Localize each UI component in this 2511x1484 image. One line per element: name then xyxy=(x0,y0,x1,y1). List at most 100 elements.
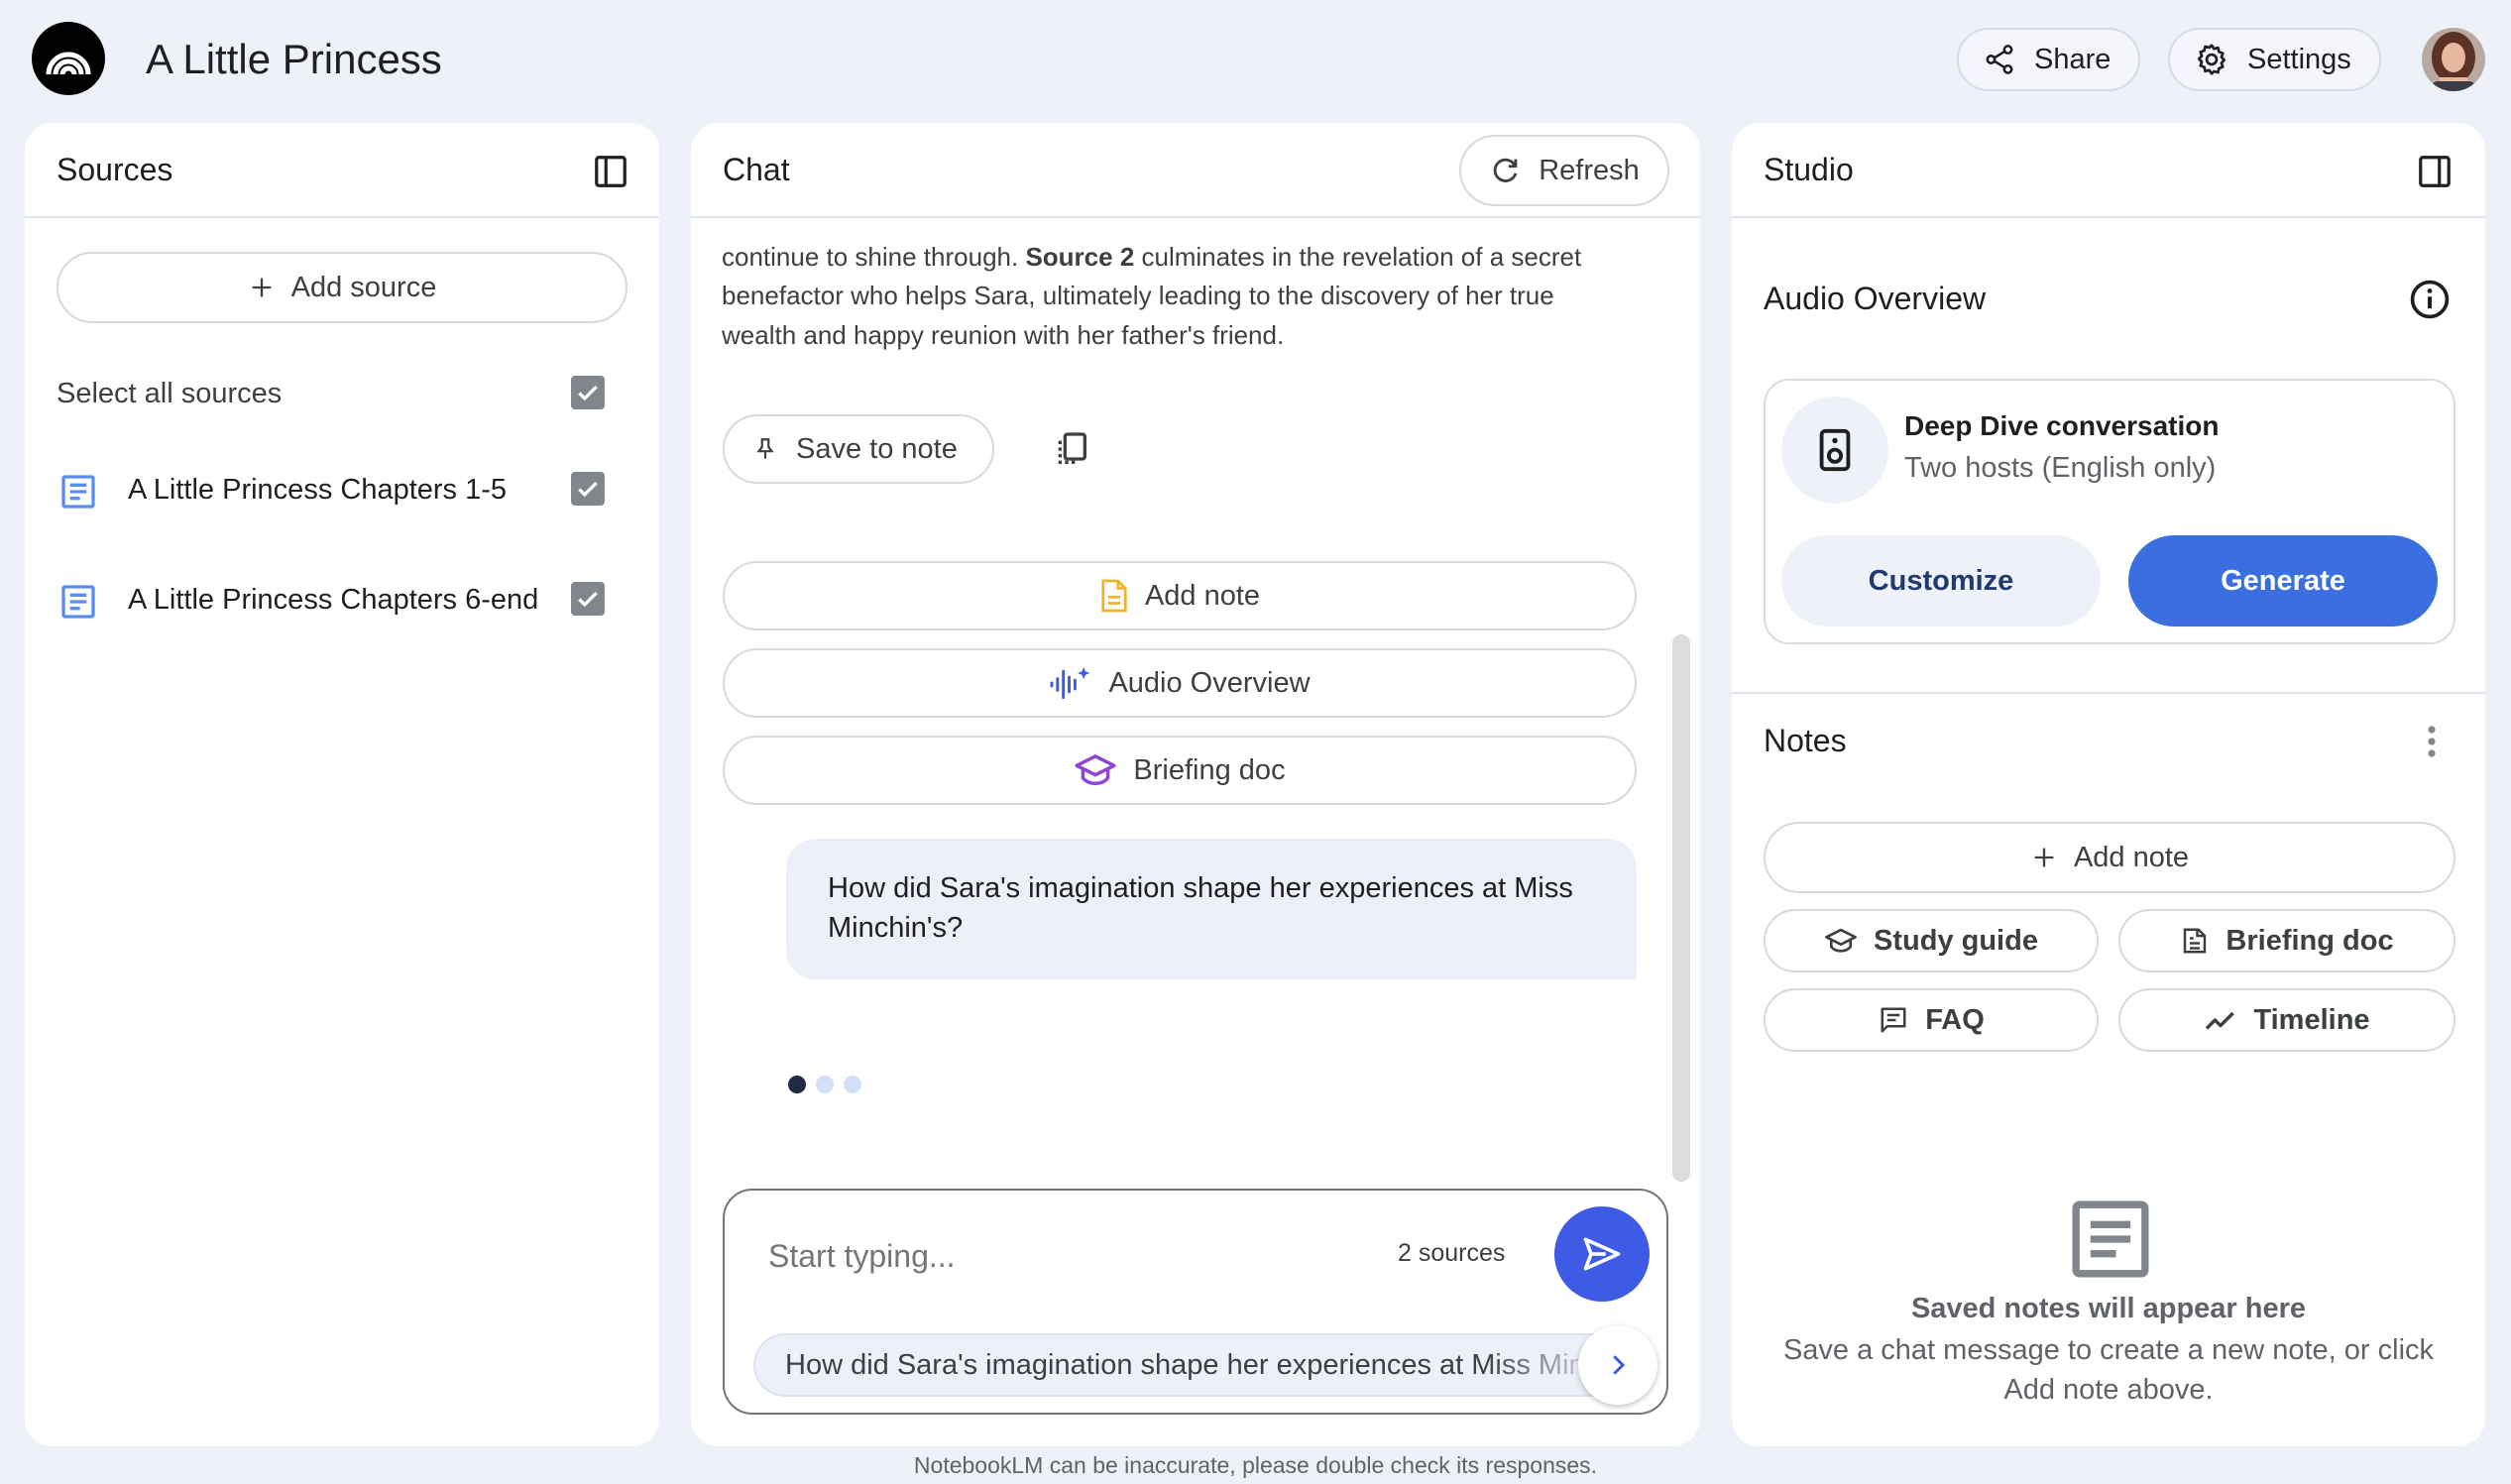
notebooklm-logo[interactable] xyxy=(32,22,105,95)
sources-panel: Sources Add source Select all sources A … xyxy=(25,123,659,1446)
response-line: continue to shine through. Source 2 culm… xyxy=(722,237,1644,277)
select-all-checkbox[interactable] xyxy=(571,376,605,409)
source-doc-icon xyxy=(58,472,98,512)
save-to-note-button[interactable]: Save to note xyxy=(723,414,994,484)
source-doc-icon xyxy=(58,582,98,622)
response-line: wealth and happy reunion with her father… xyxy=(722,320,1285,350)
audio-card-subtitle: Two hosts (English only) xyxy=(1904,452,2217,484)
study-guide-button[interactable]: Study guide xyxy=(1764,909,2099,972)
disclaimer-footer: NotebookLM can be inaccurate, please dou… xyxy=(913,1452,1598,1478)
collapse-panel-button[interactable] xyxy=(592,153,629,190)
source-item-label[interactable]: A Little Princess Chapters 1-5 xyxy=(128,470,507,510)
response-text: continue to shine through. xyxy=(722,242,1026,272)
audio-overview-action-label: Audio Overview xyxy=(1108,666,1311,699)
panel-right-icon xyxy=(2419,156,2451,187)
check-icon xyxy=(578,481,598,498)
source-citation[interactable]: Source 2 xyxy=(1025,242,1134,272)
briefing-doc-action-button[interactable]: Briefing doc xyxy=(723,736,1637,805)
briefing-doc-label: Briefing doc xyxy=(2226,924,2394,957)
panel-left-icon xyxy=(595,156,627,187)
faq-icon xyxy=(1881,1007,1906,1033)
studio-title: Studio xyxy=(1764,152,1854,187)
typing-indicator-dot xyxy=(844,1076,861,1093)
logo-icon xyxy=(46,52,91,75)
briefing-doc-action-label: Briefing doc xyxy=(1133,753,1286,786)
sources-header: Sources xyxy=(25,123,659,218)
empty-notes-desc-line-1: Save a chat message to create a new note… xyxy=(1782,1334,2435,1366)
settings-label: Settings xyxy=(2247,43,2351,75)
settings-button[interactable]: Settings xyxy=(2168,28,2381,91)
notebook-title[interactable]: A Little Princess xyxy=(146,30,442,89)
source-item-checkbox[interactable] xyxy=(571,472,605,506)
source-item-label[interactable]: A Little Princess Chapters 6-end xyxy=(128,580,538,620)
generate-button[interactable]: Generate xyxy=(2128,535,2438,627)
add-note-action-button[interactable]: Add note xyxy=(723,561,1637,630)
faq-label: FAQ xyxy=(1925,1003,1985,1036)
typing-indicator-dot xyxy=(788,1076,806,1093)
chat-input[interactable] xyxy=(768,1226,1363,1286)
chat-scroll-area[interactable]: continue to shine through. Source 2 culm… xyxy=(691,220,1700,557)
share-icon xyxy=(1986,45,2013,74)
copy-button[interactable] xyxy=(1052,428,1091,470)
info-icon xyxy=(2410,280,2450,319)
response-text: culminates in the revelation of a secret xyxy=(1134,242,1582,272)
check-icon xyxy=(578,385,598,401)
speaker-icon-circle xyxy=(1781,397,1888,504)
empty-notes-title: Saved notes will appear here xyxy=(1910,1293,2307,1324)
info-button[interactable] xyxy=(2408,278,2452,321)
next-suggestion-button[interactable] xyxy=(1578,1325,1657,1405)
share-label: Share xyxy=(2034,43,2112,75)
refresh-icon xyxy=(1493,158,1518,182)
note-icon xyxy=(1101,579,1127,613)
add-note-button[interactable]: Add note xyxy=(1764,822,2455,893)
audio-wave-icon xyxy=(1050,666,1090,700)
copy-icon xyxy=(1058,432,1086,464)
notes-more-button[interactable] xyxy=(2426,724,2438,759)
timeline-button[interactable]: Timeline xyxy=(2118,988,2455,1052)
briefing-doc-icon xyxy=(2184,928,2207,954)
typing-indicator-dot xyxy=(816,1076,834,1093)
add-source-button[interactable]: Add source xyxy=(57,252,628,323)
chevron-right-icon xyxy=(1613,1355,1626,1375)
user-message-bubble: How did Sara's imagination shape her exp… xyxy=(786,839,1637,979)
collapse-studio-button[interactable] xyxy=(2416,153,2454,190)
user-avatar[interactable] xyxy=(2422,28,2485,91)
notes-doc-icon xyxy=(2072,1200,2149,1278)
audio-overview-action-button[interactable]: Audio Overview xyxy=(723,648,1637,718)
timeline-icon xyxy=(2206,1011,2235,1030)
chat-scrollbar[interactable] xyxy=(1672,634,1690,1182)
plus-icon xyxy=(2034,848,2054,867)
avatar-image xyxy=(2422,28,2485,91)
refresh-button[interactable]: Refresh xyxy=(1459,135,1669,206)
faq-button[interactable]: FAQ xyxy=(1764,988,2099,1052)
sources-title: Sources xyxy=(57,152,173,187)
graduation-cap-icon xyxy=(1075,754,1117,786)
suggested-question-chip[interactable]: How did Sara's imagination shape her exp… xyxy=(753,1333,1646,1397)
select-all-label: Select all sources xyxy=(57,378,283,409)
more-vert-icon xyxy=(2428,726,2436,757)
add-note-label: Add note xyxy=(2073,841,2190,873)
source-item-checkbox[interactable] xyxy=(571,582,605,616)
notes-title: Notes xyxy=(1764,723,1847,758)
studio-panel: Studio Audio Overview Deep Dive conversa… xyxy=(1732,123,2485,1446)
section-divider xyxy=(1732,692,2485,694)
customize-button[interactable]: Customize xyxy=(1781,535,2101,627)
pin-icon xyxy=(756,438,774,459)
study-guide-label: Study guide xyxy=(1874,924,2038,957)
send-icon xyxy=(1583,1237,1621,1271)
studio-header: Studio xyxy=(1732,123,2485,218)
response-line: benefactor who helps Sara, ultimately le… xyxy=(722,281,1554,310)
refresh-label: Refresh xyxy=(1539,154,1640,186)
graduation-cap-icon xyxy=(1825,928,1857,953)
chat-title: Chat xyxy=(723,152,790,187)
check-icon xyxy=(578,591,598,608)
save-to-note-label: Save to note xyxy=(796,432,958,465)
empty-notes-icon xyxy=(2067,1196,2154,1283)
timeline-label: Timeline xyxy=(2253,1003,2370,1036)
share-button[interactable]: Share xyxy=(1957,28,2141,91)
add-source-label: Add source xyxy=(290,271,437,303)
send-button[interactable] xyxy=(1554,1206,1650,1302)
audio-card-title: Deep Dive conversation xyxy=(1904,410,2220,441)
briefing-doc-button[interactable]: Briefing doc xyxy=(2118,909,2455,972)
plus-icon xyxy=(252,278,271,297)
